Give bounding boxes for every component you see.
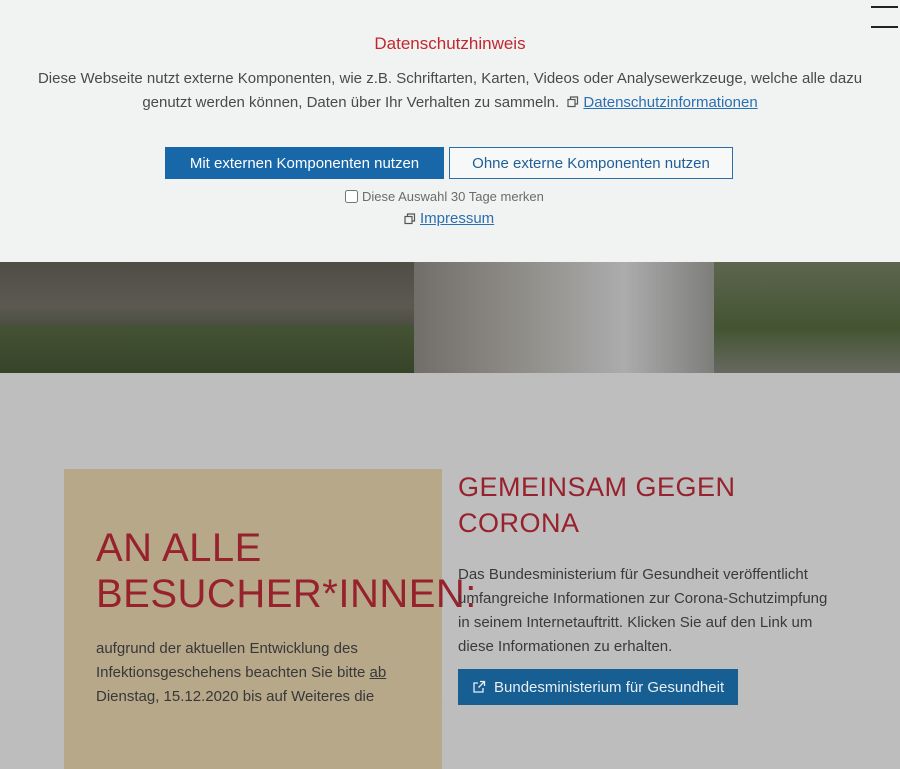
visitor-notice-text: aufgrund der aktuellen Entwicklung des I… [96,637,416,709]
visitor-text-part: aufgrund der aktuellen Entwicklung des I… [96,640,370,681]
visitor-text-part: Dienstag, 15.12.2020 bis auf Weiteres di… [96,688,375,705]
impressum-link[interactable]: Impressum [420,210,494,227]
bmg-button-label: Bundesministerium für Gesundheit [494,678,725,696]
privacy-banner-text: Diese Webseite nutzt externe Komponenten… [30,67,870,115]
copy-icon [567,96,579,108]
privacy-banner-title: Datenschutzhinweis [374,34,526,53]
menu-bar [871,6,898,8]
hamburger-menu-icon[interactable] [871,6,898,28]
remember-choice[interactable]: Diese Auswahl 30 Tage merken [345,187,544,205]
remember-label: Diese Auswahl 30 Tage merken [362,188,544,204]
corona-text: Das Bundesministerium für Gesundheit ver… [458,566,828,655]
visitor-notice-title: AN ALLE BESUCHER*INNEN: [96,526,477,616]
privacy-banner: Datenschutzhinweis Diese Webseite nutzt … [0,0,900,262]
visitor-notice-box: AN ALLE BESUCHER*INNEN: aufgrund der akt… [64,469,476,769]
copy-icon [404,212,416,224]
impressum: Impressum [400,210,494,227]
decline-external-button[interactable]: Ohne externe Komponenten nutzen [449,147,733,179]
external-link-icon [473,680,486,693]
accept-external-button[interactable]: Mit externen Komponenten nutzen [165,147,444,179]
corona-section: GEMEINSAM GEGEN CORONA Das Bundesministe… [458,469,858,705]
consent-buttons: Mit externen Komponenten nutzen Ohne ext… [165,147,745,179]
remember-checkbox[interactable] [345,189,358,203]
content-section: AN ALLE BESUCHER*INNEN: aufgrund der akt… [0,373,900,769]
menu-bar [871,26,898,28]
corona-title: GEMEINSAM GEGEN CORONA [458,472,736,538]
privacy-info-link[interactable]: Datenschutzinformationen [583,94,757,111]
visitor-notice-link[interactable]: ab [370,664,387,681]
hero-overlay [0,262,900,373]
